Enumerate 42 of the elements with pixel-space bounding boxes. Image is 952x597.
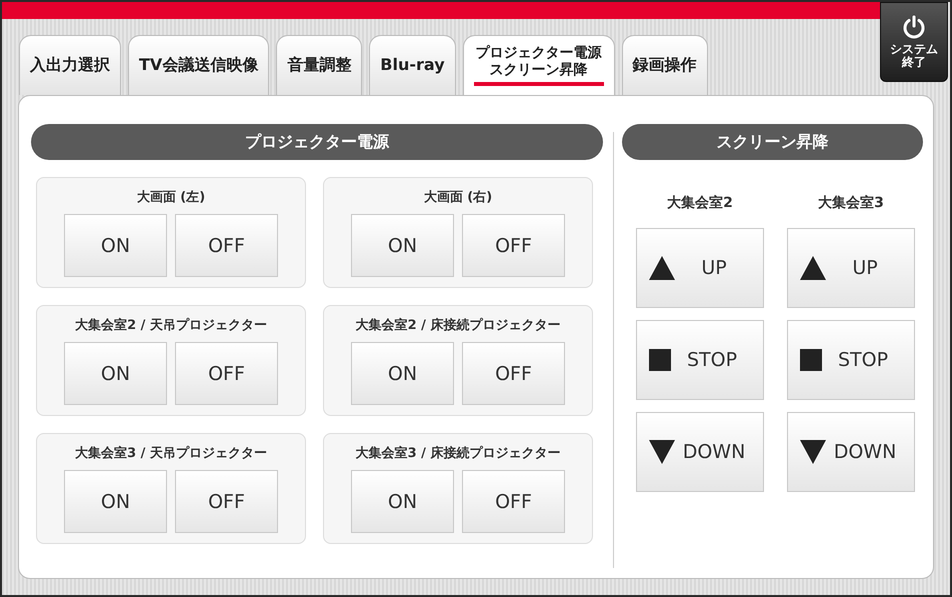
power-icon <box>902 14 926 39</box>
tab[interactable]: 入出力選択 <box>19 35 121 95</box>
screen-button[interactable]: UP <box>787 228 915 308</box>
square-stop-icon <box>800 349 822 371</box>
projector-label: 大集会室2 / 床接続プロジェクター <box>356 316 560 334</box>
power-button[interactable]: OFF <box>462 342 565 405</box>
triangle-up-icon <box>649 256 675 280</box>
tab[interactable]: Blu-ray <box>369 35 456 95</box>
power-button[interactable]: ON <box>64 470 167 533</box>
screen-button[interactable]: DOWN <box>787 412 915 492</box>
power-button[interactable]: ON <box>351 470 454 533</box>
system-exit-button[interactable]: システム終了 <box>880 2 948 82</box>
power-button[interactable]: OFF <box>175 214 278 277</box>
room-label: 大集会室3 <box>818 194 884 212</box>
room-label: 大集会室2 <box>667 194 733 212</box>
screen-button[interactable]: STOP <box>787 320 915 400</box>
section-header: プロジェクター電源 <box>31 124 603 160</box>
projector-label: 大集会室3 / 床接続プロジェクター <box>356 444 560 462</box>
tab[interactable]: 音量調整 <box>276 35 362 95</box>
tab[interactable]: プロジェクター電源スクリーン昇降 <box>462 35 615 95</box>
power-button[interactable]: OFF <box>175 342 278 405</box>
screen-button[interactable]: DOWN <box>636 412 764 492</box>
power-button[interactable]: OFF <box>175 470 278 533</box>
projector-label: 大集会室2 / 天吊プロジェクター <box>75 316 267 334</box>
power-button[interactable]: ON <box>351 214 454 277</box>
triangle-up-icon <box>800 256 826 280</box>
power-button[interactable]: ON <box>64 214 167 277</box>
screen-button[interactable]: UP <box>636 228 764 308</box>
power-button[interactable]: OFF <box>462 470 565 533</box>
tab[interactable]: TV会議送信映像 <box>128 35 270 95</box>
section-header: スクリーン昇降 <box>622 124 923 160</box>
projector-label: 大集会室3 / 天吊プロジェクター <box>75 444 267 462</box>
projector-label: 大画面 (右) <box>424 189 492 206</box>
projector-label: 大画面 (左) <box>136 189 206 206</box>
power-button[interactable]: ON <box>351 342 454 405</box>
power-button[interactable]: ON <box>64 342 167 405</box>
screen-button[interactable]: STOP <box>636 320 764 400</box>
tab[interactable]: 録画操作 <box>622 35 708 95</box>
power-button[interactable]: OFF <box>462 214 565 277</box>
square-stop-icon <box>649 349 671 371</box>
triangle-down-icon <box>649 440 675 464</box>
triangle-down-icon <box>800 440 826 464</box>
